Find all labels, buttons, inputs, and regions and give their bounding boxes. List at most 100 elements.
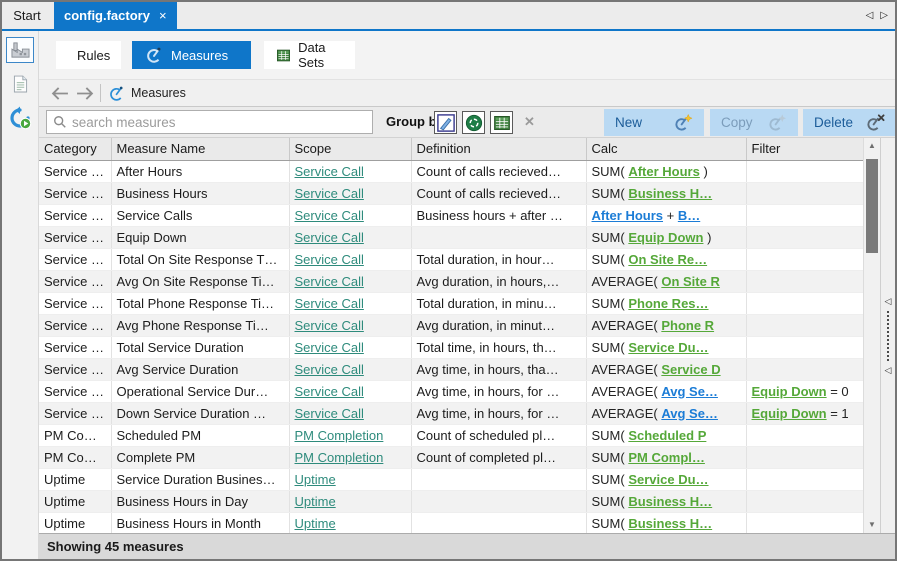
measure-ref-link[interactable]: Business H… [628,516,712,531]
scope-link[interactable]: Uptime [295,472,336,487]
forward-arrow-icon [76,86,93,100]
column-header-definition[interactable]: Definition [411,138,587,161]
measure-ref-link[interactable]: Service D [661,362,720,377]
cell-definition [411,512,587,535]
back-button[interactable] [48,83,72,103]
table-row[interactable]: Service … Down Service Duration … Service … [39,402,866,425]
table-row[interactable]: Service … Operational Service Dur… Service… [39,380,866,403]
scope-link[interactable]: Service Call [295,252,364,267]
scope-link[interactable]: Service Call [295,362,364,377]
group-by-rules-button[interactable] [434,111,457,134]
measure-ref-link[interactable]: After Hours [592,208,664,223]
measure-ref-link[interactable]: Avg Se… [661,384,718,399]
clear-group-by-icon[interactable]: ✕ [520,107,539,137]
table-row[interactable]: PM Co… Complete PM PM Completion Count of c… [39,446,866,469]
column-header-calc[interactable]: Calc [586,138,747,161]
table-row[interactable]: Service … Equip Down Service Call SUM( Equi… [39,226,866,249]
tab-scroll-right-icon[interactable]: ▷ [880,2,888,29]
scope-link[interactable]: Service Call [295,318,364,333]
table-row[interactable]: Uptime Business Hours in Month Uptime SUM( … [39,512,866,535]
measure-ref-link[interactable]: Equip Down [628,230,703,245]
splitter-grip[interactable] [887,310,889,361]
cell-measure-name: Scheduled PM [111,424,290,447]
measure-ref-link[interactable]: Scheduled P [628,428,706,443]
table-row[interactable]: Service … Total Phone Response Ti… Service… [39,292,866,315]
scope-link[interactable]: Uptime [295,516,336,531]
scrollbar-thumb[interactable] [866,159,878,253]
cell-scope: Service Call [289,204,412,227]
splitter-collapse-bottom-icon[interactable]: ◁ [885,365,892,375]
table-row[interactable]: Service … Avg On Site Response Ti… Service… [39,270,866,293]
measure-ref-link[interactable]: On Site R [661,274,720,289]
table-row[interactable]: Service … Service Calls Service Call Busine… [39,204,866,227]
scope-link[interactable]: PM Completion [295,428,384,443]
search-input[interactable] [72,114,366,130]
rules-button[interactable]: Rules [56,41,121,69]
scope-link[interactable]: Service Call [295,274,364,289]
copy-button[interactable]: Copy [710,109,798,136]
scope-link[interactable]: Service Call [295,340,364,355]
nav-divider [100,84,101,102]
table-row[interactable]: Uptime Business Hours in Day Uptime SUM( Bu… [39,490,866,513]
scope-link[interactable]: Service Call [295,186,364,201]
table-row[interactable]: Service … Avg Service Duration Service Cal… [39,358,866,381]
scope-link[interactable]: Service Call [295,208,364,223]
measure-ref-link[interactable]: After Hours [628,164,700,179]
cell-filter [746,336,866,359]
scope-link[interactable]: Service Call [295,384,364,399]
column-header-category[interactable]: Category [39,138,112,161]
measure-ref-link[interactable]: Equip Down [752,384,827,399]
tab-close-icon[interactable]: × [159,2,167,29]
measure-ref-link[interactable]: Equip Down [752,406,827,421]
group-by-data-sets-button[interactable] [490,111,513,134]
measure-ref-link[interactable]: Avg Se… [661,406,718,421]
scope-link[interactable]: Service Call [295,406,364,421]
new-button[interactable]: New [604,109,704,136]
table-row[interactable]: Uptime Service Duration Busines… Uptime SUM… [39,468,866,491]
sidebar-item-factory[interactable] [6,37,34,63]
cell-filter [746,358,866,381]
group-by-measures-button[interactable] [462,111,485,134]
vertical-scrollbar[interactable]: ▲ ▼ [863,138,880,533]
measure-ref-link[interactable]: Business H… [628,186,712,201]
measure-ref-link[interactable]: Service Du… [628,472,708,487]
measure-ref-link[interactable]: On Site Re… [628,252,707,267]
table-row[interactable]: Service … Business Hours Service Call Count… [39,182,866,205]
scope-link[interactable]: Service Call [295,296,364,311]
column-header-measure-name[interactable]: Measure Name [111,138,290,161]
table-row[interactable]: Service … Total On Site Response T… Servic… [39,248,866,271]
measure-ref-link[interactable]: PM Compl… [628,450,705,465]
measure-ref-link[interactable]: Phone R [661,318,714,333]
cell-definition: Business hours + after … [411,204,587,227]
tab-config-factory[interactable]: config.factory × [54,2,177,29]
measures-button[interactable]: Measures [132,41,251,69]
scroll-down-icon[interactable]: ▼ [864,517,880,533]
sidebar-item-history[interactable] [6,105,34,131]
column-header-scope[interactable]: Scope [289,138,412,161]
measure-ref-link[interactable]: Business H… [628,494,712,509]
table-row[interactable]: PM Co… Scheduled PM PM Completion Count of … [39,424,866,447]
column-header-filter[interactable]: Filter [746,138,866,161]
formula-text: AVERAGE( [591,405,662,421]
scroll-up-icon[interactable]: ▲ [864,138,880,154]
measure-ref-link[interactable]: Phone Res… [628,296,708,311]
scope-link[interactable]: Service Call [295,164,364,179]
right-panel-splitter[interactable]: ◁ ◁ [880,138,895,533]
scope-link[interactable]: Uptime [295,494,336,509]
sidebar-item-document[interactable] [6,71,34,97]
table-row[interactable]: Service … Total Service Duration Service C… [39,336,866,359]
scope-link[interactable]: PM Completion [295,450,384,465]
data-sets-button[interactable]: Data Sets [264,40,355,70]
table-row[interactable]: Service … Avg Phone Response Ti… Service C… [39,314,866,337]
tab-start[interactable]: Start [2,2,52,29]
measure-ref-link[interactable]: B… [678,208,700,223]
formula-text: AVERAGE( [591,361,662,377]
cell-scope: Service Call [289,336,412,359]
scope-link[interactable]: Service Call [295,230,364,245]
delete-button[interactable]: Delete [803,109,895,136]
forward-button[interactable] [72,83,96,103]
table-row[interactable]: Service … After Hours Service Call Count of… [39,160,866,183]
tab-scroll-left-icon[interactable]: ◁ [866,2,874,29]
measure-ref-link[interactable]: Service Du… [628,340,708,355]
splitter-collapse-top-icon[interactable]: ◁ [885,296,892,306]
